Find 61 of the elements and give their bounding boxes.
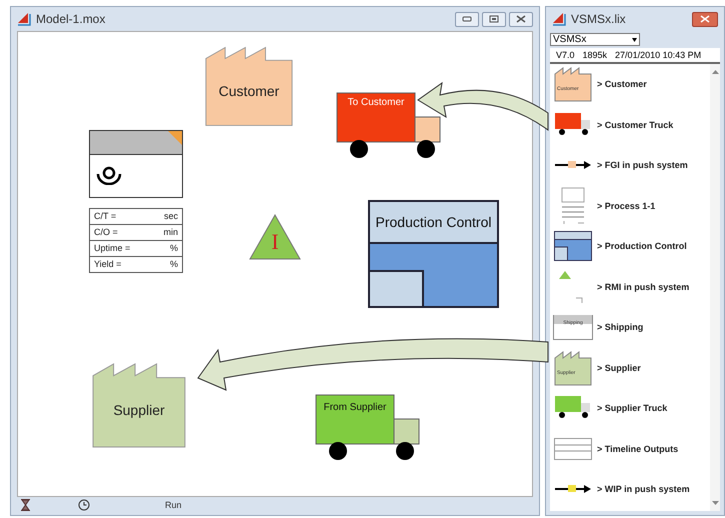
timeline-thumbnail bbox=[554, 438, 592, 460]
close-button[interactable] bbox=[692, 12, 718, 26]
hourglass-icon bbox=[21, 499, 30, 511]
library-item[interactable]: > FGI in push system bbox=[550, 145, 710, 186]
version-text: V7.0 bbox=[556, 50, 575, 60]
clock-icon bbox=[78, 499, 90, 511]
caret-icon bbox=[632, 38, 637, 42]
data-unit: % bbox=[170, 258, 178, 271]
library-item[interactable]: > Production Control bbox=[550, 226, 710, 266]
library-item[interactable]: > Supplier Truck bbox=[550, 388, 710, 428]
minimize-icon bbox=[462, 16, 472, 22]
library-item[interactable]: > WIP in push system bbox=[550, 469, 710, 510]
date-text: 27/01/2010 10:43 PM bbox=[615, 50, 702, 60]
corner-flag-icon bbox=[168, 131, 182, 145]
operator-icon bbox=[96, 165, 122, 185]
data-label: Uptime = bbox=[94, 242, 130, 255]
push-arrow-thumbnail bbox=[554, 483, 592, 496]
production-control-box[interactable]: Production Control bbox=[368, 200, 499, 308]
production-control-label: Production Control bbox=[376, 214, 492, 230]
maximize-button[interactable] bbox=[482, 12, 506, 26]
truck-thumbnail bbox=[554, 112, 592, 138]
factory-shape[interactable] bbox=[90, 362, 188, 448]
close-icon bbox=[516, 15, 526, 23]
library-item[interactable]: > Timeline Outputs bbox=[550, 428, 710, 469]
maximize-icon bbox=[489, 15, 499, 23]
truck-shape[interactable] bbox=[336, 92, 442, 160]
window-title: VSMSx.lix bbox=[571, 12, 626, 26]
scrollbar[interactable] bbox=[710, 64, 720, 511]
factory-thumbnail bbox=[554, 66, 592, 102]
app-icon bbox=[552, 12, 566, 26]
data-unit: sec bbox=[164, 210, 178, 223]
factory-label: Supplier bbox=[112, 402, 166, 418]
run-status: Run bbox=[165, 500, 182, 510]
data-unit: % bbox=[170, 242, 178, 255]
library-item[interactable]: > RMI in push system bbox=[550, 266, 710, 307]
minimize-button[interactable] bbox=[455, 12, 479, 26]
inner-box bbox=[370, 270, 424, 306]
library-dropdown[interactable]: VSMSx bbox=[550, 33, 640, 46]
inventory-label: I bbox=[270, 230, 280, 254]
process-box[interactable] bbox=[89, 130, 183, 198]
data-label: Yield = bbox=[94, 258, 122, 271]
app-icon bbox=[17, 12, 31, 26]
window-title: Model-1.mox bbox=[36, 12, 106, 26]
truck-label: To Customer bbox=[346, 97, 406, 108]
data-label: C/T = bbox=[94, 210, 116, 223]
close-icon bbox=[700, 15, 710, 23]
inventory-triangle[interactable] bbox=[249, 214, 301, 260]
factory-thumbnail bbox=[554, 350, 592, 386]
scroll-up-icon bbox=[712, 70, 718, 74]
production-control-thumbnail bbox=[554, 231, 592, 262]
truck-label: From Supplier bbox=[322, 402, 388, 413]
scroll-down-icon bbox=[712, 501, 718, 505]
push-arrow-thumbnail bbox=[554, 159, 592, 172]
data-unit: min bbox=[163, 226, 178, 239]
close-button[interactable] bbox=[509, 12, 533, 26]
data-label: C/O = bbox=[94, 226, 118, 239]
library-item[interactable]: > Customer Truck bbox=[550, 104, 710, 145]
factory-label: Customer bbox=[218, 82, 280, 99]
library-item[interactable]: > Process 1-1 bbox=[550, 186, 710, 226]
truck-shape[interactable] bbox=[315, 394, 421, 462]
size-text: 1895k bbox=[582, 50, 608, 60]
